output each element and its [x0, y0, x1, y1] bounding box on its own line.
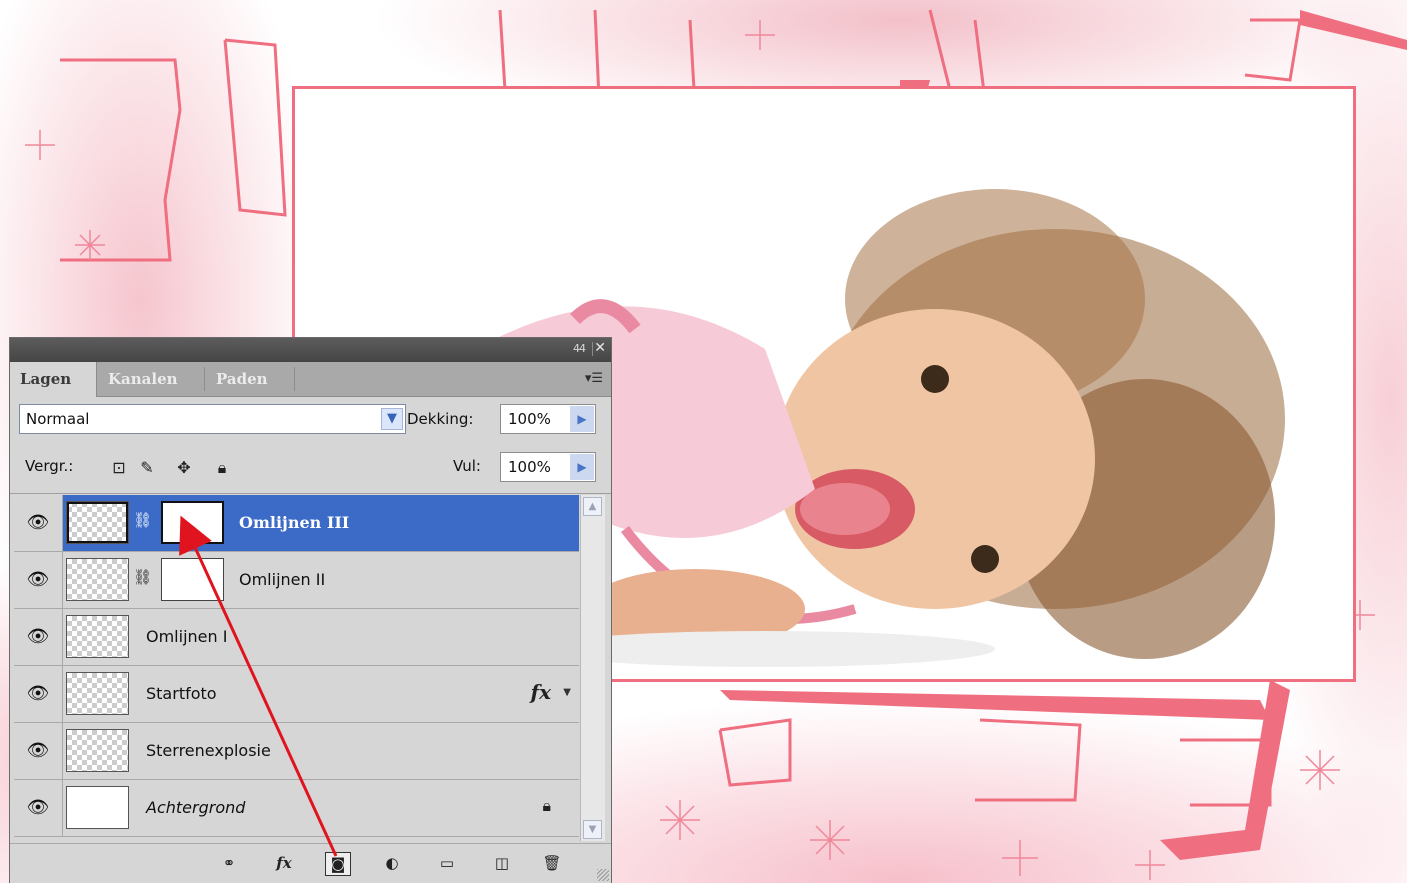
layer-thumbnail — [66, 501, 129, 544]
titlebar-separator — [592, 342, 593, 356]
lock-transparency-icon[interactable]: ⊡ — [110, 459, 128, 477]
layer-thumbnail — [66, 615, 129, 658]
layer-thumbnail — [66, 786, 129, 829]
tab-separator — [204, 367, 205, 391]
layer-mask-thumbnail[interactable] — [161, 558, 224, 601]
fill-slider-arrow-icon[interactable]: ▶ — [570, 454, 594, 480]
eye-icon[interactable]: 👁︎ — [14, 609, 63, 665]
opacity-field[interactable]: 100% ▶ — [500, 404, 596, 434]
eye-icon[interactable]: 👁︎ — [14, 495, 63, 551]
lock-icon: 🔒︎ — [542, 796, 551, 815]
layers-panel: 44 ✕ Lagen Kanalen Paden ▾☰ Normaal ▼ De… — [9, 337, 612, 883]
link-layers-icon[interactable]: ⚭ — [217, 852, 241, 874]
panel-menu-icon[interactable]: ▾☰ — [585, 371, 603, 386]
blend-mode-value: Normaal — [26, 410, 90, 428]
layer-list-scrollbar[interactable]: ▲ ▼ — [580, 495, 605, 841]
scroll-up-icon[interactable]: ▲ — [583, 497, 602, 516]
blend-mode-select[interactable]: Normaal ▼ — [19, 404, 406, 434]
layer-name: Startfoto — [146, 684, 217, 703]
layer-row-startfoto[interactable]: 👁︎ Startfoto fx ▼ — [14, 666, 579, 723]
eye-icon[interactable]: 👁︎ — [14, 552, 63, 608]
resize-grip[interactable] — [597, 869, 609, 881]
new-group-icon[interactable]: ▭ — [435, 852, 459, 874]
panel-tabbar: Lagen Kanalen Paden ▾☰ — [10, 362, 611, 397]
tab-lagen[interactable]: Lagen — [10, 362, 97, 397]
lock-position-icon[interactable]: ✥ — [175, 459, 193, 477]
eye-icon[interactable]: 👁︎ — [14, 780, 63, 836]
layer-name: Omlijnen III — [239, 513, 350, 532]
layer-mask-thumbnail[interactable] — [161, 501, 224, 544]
lock-all-icon[interactable]: 🔒︎ — [213, 459, 231, 477]
layer-effects-icon[interactable]: fx — [530, 680, 551, 704]
add-layer-mask-icon[interactable]: ◙ — [325, 852, 351, 876]
fill-value: 100% — [508, 458, 551, 476]
tab-paden[interactable]: Paden — [206, 362, 292, 396]
collapse-panel-icon[interactable]: 44 — [573, 342, 586, 355]
panel-titlebar[interactable]: 44 ✕ — [10, 338, 611, 362]
layer-name: Achtergrond — [146, 798, 246, 817]
layer-list: 👁︎ ⛓︎ Omlijnen III 👁︎ ⛓︎ Omlijnen II 👁︎ … — [14, 495, 579, 841]
layer-thumbnail — [66, 729, 129, 772]
lock-label: Vergr.: — [25, 457, 74, 475]
layer-row-omlijnen-ii[interactable]: 👁︎ ⛓︎ Omlijnen II — [14, 552, 579, 609]
layer-row-omlijnen-iii[interactable]: 👁︎ ⛓︎ Omlijnen III — [14, 495, 579, 552]
close-panel-icon[interactable]: ✕ — [594, 340, 606, 356]
fill-label: Vul: — [453, 457, 481, 475]
trash-icon[interactable]: 🗑︎ — [540, 852, 564, 874]
opacity-value: 100% — [508, 410, 551, 428]
opacity-slider-arrow-icon[interactable]: ▶ — [570, 406, 594, 432]
layer-name: Omlijnen I — [146, 627, 228, 646]
tab-separator — [294, 367, 295, 391]
layer-row-omlijnen-i[interactable]: 👁︎ Omlijnen I — [14, 609, 579, 666]
add-layer-style-icon[interactable]: fx — [272, 852, 296, 874]
layer-name: Omlijnen II — [239, 570, 326, 589]
expand-effects-icon[interactable]: ▼ — [563, 687, 571, 698]
blend-row: Normaal ▼ Dekking: 100% ▶ — [10, 397, 611, 441]
lock-row: Vergr.: ⊡ ✎ ✥ 🔒︎ Vul: 100% ▶ — [10, 441, 611, 494]
panel-footer: ⚭ fx ◙ ◐ ▭ ◫ 🗑︎ — [10, 843, 611, 883]
layer-thumbnail — [66, 672, 129, 715]
layer-row-sterrenexplosie[interactable]: 👁︎ Sterrenexplosie — [14, 723, 579, 780]
fill-field[interactable]: 100% ▶ — [500, 452, 596, 482]
layer-name: Sterrenexplosie — [146, 741, 271, 760]
eye-icon[interactable]: 👁︎ — [14, 666, 63, 722]
tab-kanalen[interactable]: Kanalen — [98, 362, 202, 396]
scroll-down-icon[interactable]: ▼ — [583, 820, 602, 839]
link-icon[interactable]: ⛓︎ — [133, 511, 152, 529]
adjustment-layer-icon[interactable]: ◐ — [380, 852, 404, 874]
layer-thumbnail — [66, 558, 129, 601]
new-layer-icon[interactable]: ◫ — [490, 852, 514, 874]
lock-pixels-icon[interactable]: ✎ — [138, 459, 156, 477]
link-icon[interactable]: ⛓︎ — [133, 568, 152, 586]
eye-icon[interactable]: 👁︎ — [14, 723, 63, 779]
opacity-label: Dekking: — [407, 410, 474, 428]
layer-row-achtergrond[interactable]: 👁︎ Achtergrond 🔒︎ — [14, 780, 579, 837]
chevron-down-icon[interactable]: ▼ — [381, 408, 403, 430]
